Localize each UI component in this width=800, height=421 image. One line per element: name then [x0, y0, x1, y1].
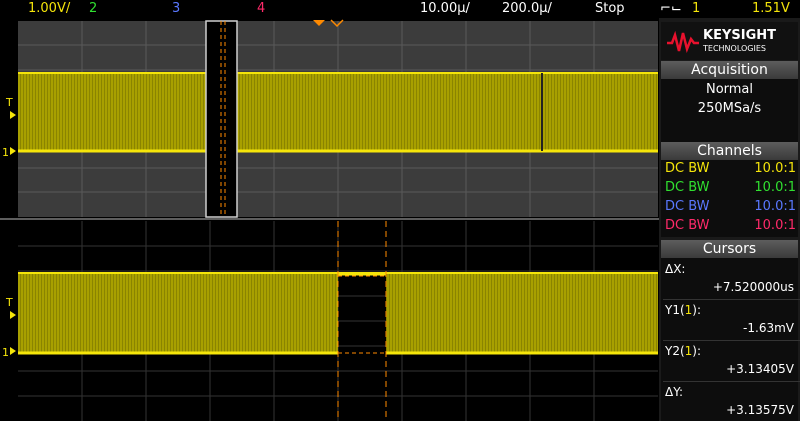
brand-name: KEYSIGHT	[703, 28, 776, 43]
ch1-scale[interactable]: 1.00V/	[28, 1, 70, 16]
sample-rate: 250MSa/s	[697, 101, 762, 116]
acquisition-mode: Normal	[705, 82, 754, 97]
brand-sub: TECHNOLOGIES	[703, 44, 766, 53]
ch2-indicator[interactable]: 2	[89, 1, 97, 16]
channel-4-coupling: DC BW	[665, 218, 710, 233]
channel-1-probe: 10.0:1	[754, 161, 796, 176]
channel-row-1[interactable]: DC BW 10.0:1	[665, 161, 796, 179]
channel-2-probe: 10.0:1	[754, 180, 796, 195]
acquisition-header[interactable]: Acquisition	[661, 61, 798, 79]
trigger-level[interactable]: 1.51V	[752, 1, 790, 16]
delta-y-value: +3.13575V	[726, 403, 794, 417]
trigger-edge-icon: ⌐⌙	[660, 1, 682, 16]
delta-y-label: ΔY:	[665, 385, 683, 399]
trigger-level-marker-top: T	[5, 96, 13, 109]
trigger-level-marker-bottom: T	[5, 296, 13, 309]
cursor-separator	[663, 299, 800, 300]
channel-1-coupling: DC BW	[665, 161, 710, 176]
channel-row-2[interactable]: DC BW 10.0:1	[665, 180, 796, 198]
channel-2-coupling: DC BW	[665, 180, 710, 195]
channel-3-coupling: DC BW	[665, 199, 710, 214]
y1-label: Y1(1):	[665, 303, 702, 317]
status-bar: 1.00V/ 2 3 4 10.00µ/ 200.0µ/ Stop ⌐⌙ 1 1…	[0, 0, 800, 18]
ch4-indicator[interactable]: 4	[257, 1, 265, 16]
cursor-separator	[663, 381, 800, 382]
ground-marker-bottom: 1	[2, 346, 9, 359]
ground-arrow-bottom	[10, 347, 16, 355]
channels-section: DC BW 10.0:1 DC BW 10.0:1 DC BW 10.0:1 D…	[661, 160, 798, 237]
trigger-arrow-top	[10, 111, 16, 119]
scope-display[interactable]: T 1 T 1	[0, 18, 659, 421]
brand-logo: KEYSIGHT TECHNOLOGIES	[661, 22, 798, 60]
y2-label: Y2(1):	[665, 344, 702, 358]
delay[interactable]: 200.0µ/	[502, 1, 552, 16]
time-scale[interactable]: 10.00µ/	[420, 1, 470, 16]
y2-source: 1	[684, 344, 693, 358]
trigger-arrow-bottom	[10, 311, 16, 319]
cursors-header[interactable]: Cursors	[661, 240, 798, 258]
trigger-source[interactable]: 1	[692, 1, 700, 16]
overview-waveform	[18, 73, 658, 151]
zoom-waveform-left	[18, 273, 338, 353]
channel-4-probe: 10.0:1	[754, 218, 796, 233]
acquisition-section: Normal 250MSa/s	[661, 79, 798, 142]
run-state[interactable]: Stop	[595, 1, 625, 16]
cursor-separator	[663, 340, 800, 341]
zoom-waveform-right	[386, 273, 658, 353]
channel-row-3[interactable]: DC BW 10.0:1	[665, 199, 796, 217]
delta-x-value: +7.520000us	[712, 280, 794, 294]
y2-value: +3.13405V	[726, 362, 794, 376]
cursors-section: ΔX: +7.520000us Y1(1): -1.63mV Y2(1): +3…	[661, 258, 800, 421]
delta-x-label: ΔX:	[665, 262, 686, 276]
ch3-indicator[interactable]: 3	[172, 1, 180, 16]
keysight-wave-icon	[667, 31, 699, 53]
channels-header[interactable]: Channels	[661, 142, 798, 160]
y1-source: 1	[684, 303, 693, 317]
channel-row-4[interactable]: DC BW 10.0:1	[665, 218, 796, 236]
ground-marker-top: 1	[2, 146, 9, 159]
side-panel: KEYSIGHT TECHNOLOGIES Acquisition Normal…	[659, 18, 800, 421]
channel-3-probe: 10.0:1	[754, 199, 796, 214]
y1-value: -1.63mV	[743, 321, 794, 335]
ground-arrow-top	[10, 147, 16, 155]
